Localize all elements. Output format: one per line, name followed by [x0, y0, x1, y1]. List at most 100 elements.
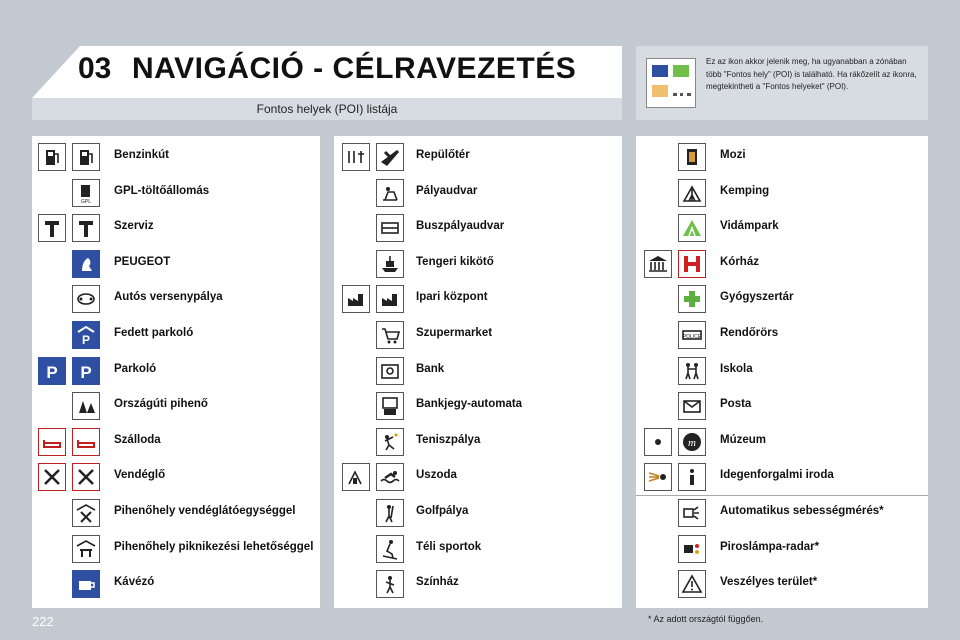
sport-center-icon: [342, 463, 370, 492]
museum-icon: m: [678, 427, 706, 456]
info-text: Ez az ikon akkor jelenik meg, ha ugyanab…: [706, 57, 917, 91]
poi-label: Autós versenypálya: [114, 291, 223, 304]
chapter-title: NAVIGÁCIÓ - CÉLRAVEZETÉS: [132, 52, 577, 85]
coffee-cup-icon: [72, 570, 100, 599]
poi-row: Uszoda: [334, 460, 622, 494]
fuel-pump-icon: [72, 143, 100, 171]
poi-row: Tengeri kikötő: [334, 247, 622, 281]
cinema-film-icon: [678, 143, 706, 171]
poi-label: Iskola: [720, 362, 753, 375]
poi-label: Rendőrörs: [720, 327, 779, 339]
golf-icon: [376, 499, 404, 527]
speed-camera-icon: [678, 499, 706, 527]
poi-label: Tengeri kikötő: [416, 255, 494, 268]
poi-label: Országúti pihenő: [114, 398, 208, 411]
poi-row: Szálloda: [32, 425, 320, 459]
poi-row: Színház: [334, 567, 622, 601]
poi-label: Uszoda: [416, 469, 457, 482]
poi-label: GPL-töltőállomás: [114, 184, 210, 197]
poi-label: Téli sportok: [416, 540, 482, 553]
poi-row: Bankjegy-automata: [334, 389, 622, 423]
info-box: Ez az ikon akkor jelenik meg, ha ugyanab…: [636, 46, 928, 120]
poi-row: Buszpályaudvar: [334, 211, 622, 245]
school-children-icon: [678, 356, 706, 385]
poi-row: Ipari központ: [334, 282, 622, 316]
chapter-number: 03: [78, 52, 112, 85]
poi-row: P Fedett parkoló: [32, 318, 320, 352]
covered-parking-icon: P: [72, 321, 100, 349]
poi-label: Szupermarket: [416, 327, 493, 339]
poi-row: Bank: [334, 354, 622, 388]
poi-label: PEUGEOT: [114, 255, 171, 268]
poi-column-2: Repülőtér Pályaudvar Buszpályaudvar Tengeri…: [334, 136, 622, 608]
poi-label: Kemping: [720, 184, 770, 197]
red-light-camera-icon: [678, 534, 706, 563]
poi-row: Téli sportok: [334, 532, 622, 566]
poi-label: Idegenforgalmi iroda: [720, 469, 834, 482]
wrench-icon: [38, 214, 66, 243]
poi-row: Pihenőhely vendéglátóegységgel: [32, 496, 320, 530]
poi-row: Golfpálya: [334, 496, 622, 530]
skiing-icon: [376, 534, 404, 563]
wrench-icon: [72, 214, 100, 243]
poi-label: Szerviz: [114, 220, 154, 233]
monument-icon: [644, 427, 672, 456]
industrial-zone-icon: [342, 285, 370, 314]
fork-knife-icon: [72, 463, 100, 492]
poi-row: Szerviz: [32, 211, 320, 245]
poi-row: Vidámpark: [636, 211, 928, 245]
poi-row: Országúti pihenő: [32, 389, 320, 423]
poi-row: m Múzeum: [636, 425, 928, 459]
poi-row: GPL GPL-töltőállomás: [32, 176, 320, 210]
poi-row: Piroslámpa-radar*: [636, 532, 928, 566]
fuel-pump-icon: [38, 143, 66, 171]
poi-row: POLICE Rendőrörs: [636, 318, 928, 352]
poi-row: Kórház: [636, 247, 928, 281]
svg-text:P: P: [80, 363, 91, 382]
parking-icon: P: [38, 356, 66, 385]
poi-column-1: Benzinkút GPL GPL-töltőállomás Szerviz PEUGE…: [32, 136, 320, 608]
poi-label: Buszpályaudvar: [416, 220, 505, 233]
footnote: * Az adott országtól függően.: [648, 614, 764, 624]
bed-icon: [72, 427, 100, 456]
poi-cluster-icon: [646, 58, 696, 108]
envelope-icon: [678, 392, 706, 421]
poi-row: Repülőtér: [334, 140, 622, 174]
poi-label: Benzinkút: [114, 149, 169, 161]
poi-label: Kórház: [720, 255, 759, 268]
poi-label: Kávézó: [114, 576, 155, 589]
poi-label: Parkoló: [114, 362, 157, 375]
poi-row: Teniszpálya: [334, 425, 622, 459]
poi-label: Bank: [416, 362, 445, 375]
svg-text:m: m: [688, 437, 696, 449]
tennis-icon: [376, 427, 404, 456]
hospital-icon: [678, 249, 706, 278]
poi-label: Piroslámpa-radar*: [720, 540, 820, 553]
poi-label: Ipari központ: [416, 291, 488, 304]
tourist-icon: [644, 463, 672, 492]
amusement-park-icon: [678, 214, 706, 243]
police-icon: POLICE: [678, 321, 706, 349]
race-track-icon: [72, 285, 100, 314]
tent-icon: [678, 178, 706, 207]
poi-label: Bankjegy-automata: [416, 398, 523, 411]
poi-row: Pályaudvar: [334, 176, 622, 210]
bank-icon: [376, 356, 404, 385]
poi-label: Pihenőhely piknikezési lehetőséggel: [114, 540, 314, 553]
poi-row: Autós versenypálya: [32, 282, 320, 316]
poi-row: Benzinkút: [32, 140, 320, 174]
poi-row: Posta: [636, 389, 928, 423]
poi-label: Vidámpark: [720, 220, 779, 233]
poi-row: P P Parkoló: [32, 354, 320, 388]
rest-area-icon: [72, 392, 100, 421]
train-station-icon: [376, 178, 404, 207]
town-hall-icon: [644, 249, 672, 278]
poi-row: Iskola: [636, 354, 928, 388]
bed-icon: [38, 427, 66, 456]
industrial-zone-icon: [376, 285, 404, 314]
poi-row: Pihenőhely piknikezési lehetőséggel: [32, 532, 320, 566]
poi-label: Golfpálya: [416, 505, 469, 517]
peugeot-lion-icon: [72, 249, 100, 278]
poi-row: Veszélyes terület*: [636, 567, 928, 601]
parking-icon: P: [72, 356, 100, 385]
